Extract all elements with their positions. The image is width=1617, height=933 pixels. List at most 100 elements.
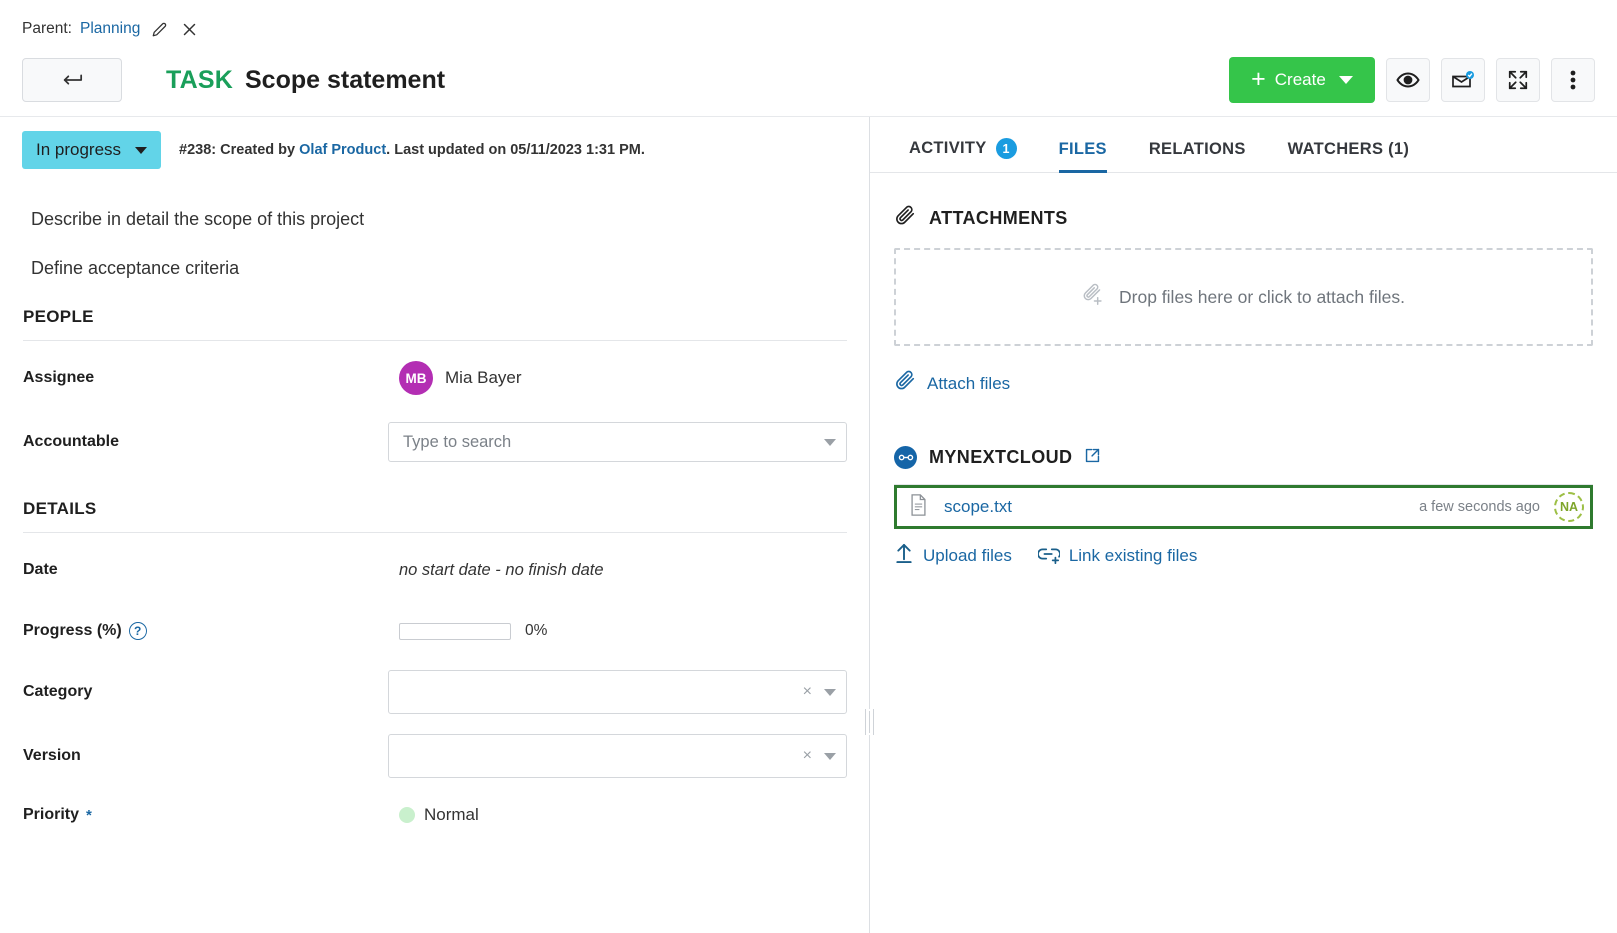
chevron-down-icon xyxy=(824,439,836,446)
external-link-icon[interactable] xyxy=(1084,447,1101,469)
field-label-date: Date xyxy=(23,561,399,579)
field-version: Version × xyxy=(23,729,847,783)
progress-label-text: Progress (%) xyxy=(23,622,122,640)
file-name[interactable]: scope.txt xyxy=(944,497,1012,517)
category-label-text: Category xyxy=(23,683,92,701)
required-marker: * xyxy=(86,807,92,824)
field-value-progress[interactable]: 0% xyxy=(399,622,847,640)
work-package-meta: #238: Created by Olaf Product. Last upda… xyxy=(179,142,645,158)
main-split: In progress #238: Created by Olaf Produc… xyxy=(0,116,1617,933)
description-line: Define acceptance criteria xyxy=(31,258,847,279)
assignee-name[interactable]: Mia Bayer xyxy=(445,368,522,388)
header-actions: + Create xyxy=(1229,57,1595,103)
link-existing-files-button[interactable]: Link existing files xyxy=(1038,544,1198,569)
meta-author-link[interactable]: Olaf Product xyxy=(299,142,386,158)
create-button[interactable]: + Create xyxy=(1229,57,1375,103)
field-value-priority[interactable]: Normal xyxy=(399,805,847,825)
accountable-select[interactable]: Type to search xyxy=(388,422,847,462)
clear-icon[interactable]: × xyxy=(803,747,812,765)
attach-files-label: Attach files xyxy=(927,374,1010,394)
file-text-icon xyxy=(909,494,928,521)
date-value: no start date - no finish date xyxy=(399,561,604,580)
parent-link[interactable]: Planning xyxy=(80,20,140,38)
description-line: Describe in detail the scope of this pro… xyxy=(31,209,847,230)
chevron-down-icon xyxy=(135,147,147,154)
tab-bar: ACTIVITY 1 FILES RELATIONS WATCHERS (1) xyxy=(870,117,1617,173)
field-label-accountable: Accountable xyxy=(23,433,388,451)
field-label-assignee: Assignee xyxy=(23,369,399,387)
paperclip-plus-icon xyxy=(1082,283,1106,312)
field-label-progress: Progress (%) ? xyxy=(23,622,399,640)
section-people: PEOPLE Assignee MB Mia Bayer Accountable… xyxy=(23,307,847,469)
pencil-icon[interactable] xyxy=(148,18,170,40)
clear-icon[interactable]: × xyxy=(803,683,812,701)
meta-prefix: #238: Created by xyxy=(179,142,299,158)
accountable-label-text: Accountable xyxy=(23,433,119,451)
tab-files[interactable]: FILES xyxy=(1038,140,1128,172)
upload-files-button[interactable]: Upload files xyxy=(894,543,1012,569)
tab-activity-label: ACTIVITY xyxy=(909,139,987,158)
close-icon[interactable] xyxy=(178,18,200,40)
storage-heading: MYNEXTCLOUD xyxy=(894,397,1593,469)
watch-button[interactable] xyxy=(1386,58,1430,102)
file-actions: Upload files Link existing files xyxy=(894,543,1593,569)
priority-label-text: Priority xyxy=(23,806,79,824)
upload-files-label: Upload files xyxy=(923,546,1012,566)
field-category: Category × xyxy=(23,665,847,719)
link-files-icon xyxy=(1038,544,1060,569)
chevron-down-icon xyxy=(824,753,836,760)
field-assignee: Assignee MB Mia Bayer xyxy=(23,351,847,405)
notification-button[interactable] xyxy=(1441,58,1485,102)
tab-watchers[interactable]: WATCHERS (1) xyxy=(1267,140,1431,172)
file-timestamp: a few seconds ago xyxy=(1419,499,1540,515)
section-title-details: DETAILS xyxy=(23,499,847,533)
progress-bar[interactable] xyxy=(399,623,511,640)
avatar: MB xyxy=(399,361,433,395)
drop-zone-text: Drop files here or click to attach files… xyxy=(1119,287,1405,308)
field-priority: Priority * Normal xyxy=(23,793,847,837)
attachments-heading: ATTACHMENTS xyxy=(894,173,1593,246)
help-circle-icon[interactable]: ? xyxy=(129,622,147,640)
category-select[interactable]: × xyxy=(388,670,847,714)
more-menu-button[interactable] xyxy=(1551,58,1595,102)
tab-relations[interactable]: RELATIONS xyxy=(1128,140,1267,172)
meta-suffix: . Last updated on 05/11/2023 1:31 PM. xyxy=(386,142,645,158)
section-title-people: PEOPLE xyxy=(23,307,847,341)
tab-activity[interactable]: ACTIVITY 1 xyxy=(888,138,1038,172)
chevron-down-icon xyxy=(824,689,836,696)
resize-grip[interactable] xyxy=(865,709,874,735)
nextcloud-icon xyxy=(894,446,917,469)
field-value-category: × xyxy=(388,670,847,714)
pane-resize-handle[interactable] xyxy=(869,117,870,933)
tabs-pane: ACTIVITY 1 FILES RELATIONS WATCHERS (1) … xyxy=(870,117,1617,933)
field-value-assignee[interactable]: MB Mia Bayer xyxy=(399,361,847,395)
priority-dot xyxy=(399,807,415,823)
attachment-drop-zone[interactable]: Drop files here or click to attach files… xyxy=(894,248,1593,346)
upload-icon xyxy=(894,543,914,569)
attach-files-link[interactable]: Attach files xyxy=(894,370,1593,397)
tab-activity-badge: 1 xyxy=(996,138,1017,159)
field-label-priority: Priority * xyxy=(23,806,399,824)
field-date: Date no start date - no finish date xyxy=(23,543,847,597)
field-value-accountable: Type to search xyxy=(388,422,847,462)
work-package-subject[interactable]: Scope statement xyxy=(245,66,445,95)
version-select[interactable]: × xyxy=(388,734,847,778)
field-progress: Progress (%) ? 0% xyxy=(23,607,847,655)
breadcrumb: Parent: Planning xyxy=(0,0,1617,44)
section-details: DETAILS Date no start date - no finish d… xyxy=(23,499,847,837)
progress-value: 0% xyxy=(525,622,547,640)
description[interactable]: Describe in detail the scope of this pro… xyxy=(0,169,869,279)
file-uploader-avatar: NA xyxy=(1554,492,1584,522)
priority-value: Normal xyxy=(424,805,479,825)
field-value-version: × xyxy=(388,734,847,778)
status-badge[interactable]: In progress xyxy=(22,131,161,169)
page-header: TASK Scope statement + Create xyxy=(0,44,1617,116)
field-value-date[interactable]: no start date - no finish date xyxy=(399,561,847,580)
back-button[interactable] xyxy=(22,58,122,102)
work-package-details-pane: In progress #238: Created by Olaf Produc… xyxy=(0,117,869,933)
accountable-placeholder: Type to search xyxy=(403,433,824,452)
file-list-item[interactable]: scope.txt a few seconds ago NA xyxy=(894,485,1593,529)
attachments-title: ATTACHMENTS xyxy=(929,208,1068,229)
paperclip-icon xyxy=(894,205,916,232)
fullscreen-button[interactable] xyxy=(1496,58,1540,102)
